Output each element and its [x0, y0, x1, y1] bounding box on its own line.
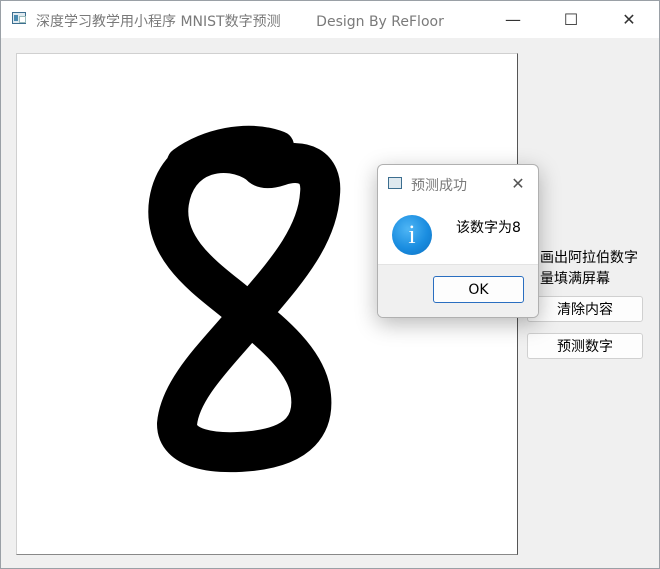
- prediction-dialog: 预测成功 ✕ i 该数字为8 OK: [377, 164, 539, 318]
- title-bar[interactable]: 深度学习教学用小程序 MNIST数字预测 Design By ReFloor —…: [1, 1, 659, 38]
- instruction-line-2: 量填满屏幕: [540, 271, 610, 287]
- dialog-app-icon: [388, 177, 402, 189]
- maximize-button[interactable]: ☐: [543, 1, 599, 38]
- minimize-button[interactable]: —: [485, 1, 541, 38]
- dialog-message: 该数字为8: [456, 220, 521, 236]
- predict-button[interactable]: 预测数字: [527, 333, 643, 359]
- dialog-close-button[interactable]: ✕: [504, 171, 532, 195]
- window-title: 深度学习教学用小程序 MNIST数字预测 Design By ReFloor: [36, 14, 444, 30]
- dialog-button-bar: OK: [378, 264, 538, 317]
- main-window: 深度学习教学用小程序 MNIST数字预测 Design By ReFloor —…: [0, 0, 660, 569]
- information-icon: i: [392, 215, 432, 255]
- close-button[interactable]: ✕: [601, 1, 657, 38]
- app-icon: [12, 12, 26, 24]
- instruction-line-1: 画出阿拉伯数字: [540, 250, 638, 266]
- dialog-title: 预测成功: [411, 178, 467, 194]
- ok-button[interactable]: OK: [433, 276, 524, 303]
- clear-button[interactable]: 清除内容: [527, 296, 643, 322]
